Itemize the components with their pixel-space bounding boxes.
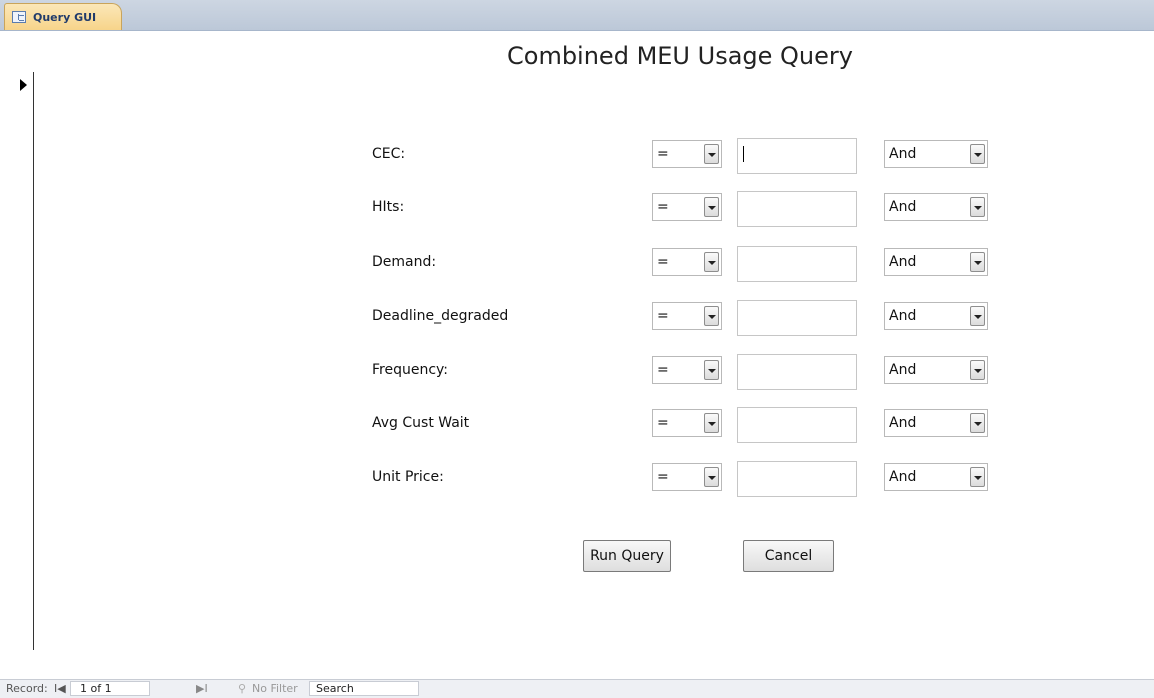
field-label: CEC: xyxy=(372,146,406,162)
field-label: Demand: xyxy=(372,254,437,270)
logic-value: And xyxy=(889,199,917,215)
criteria-row-deadline-degraded: Deadline_degraded = And xyxy=(0,300,1154,340)
dropdown-arrow-icon[interactable] xyxy=(704,197,719,217)
logic-combo[interactable]: And xyxy=(884,463,988,491)
dropdown-arrow-icon[interactable] xyxy=(970,467,985,487)
search-placeholder: Search xyxy=(316,682,354,695)
operator-combo[interactable]: = xyxy=(652,409,722,437)
funnel-icon: ⚲ xyxy=(238,682,247,695)
logic-value: And xyxy=(889,308,917,324)
operator-value: = xyxy=(657,146,669,162)
last-record-icon[interactable]: ▶I xyxy=(196,682,208,695)
operator-value: = xyxy=(657,199,669,215)
document-tab-strip: Query GUI xyxy=(0,0,1154,31)
logic-value: And xyxy=(889,146,917,162)
logic-combo[interactable]: And xyxy=(884,248,988,276)
criteria-value-input[interactable] xyxy=(737,138,857,174)
dropdown-arrow-icon[interactable] xyxy=(704,306,719,326)
operator-combo[interactable]: = xyxy=(652,302,722,330)
dropdown-arrow-icon[interactable] xyxy=(970,252,985,272)
logic-combo[interactable]: And xyxy=(884,302,988,330)
text-caret xyxy=(743,146,744,162)
cancel-button[interactable]: Cancel xyxy=(743,540,834,572)
operator-value: = xyxy=(657,415,669,431)
operator-value: = xyxy=(657,254,669,270)
operator-combo[interactable]: = xyxy=(652,356,722,384)
criteria-row-demand: Demand: = And xyxy=(0,246,1154,286)
criteria-value-input[interactable] xyxy=(737,407,857,443)
tab-query-gui[interactable]: Query GUI xyxy=(4,3,122,30)
dropdown-arrow-icon[interactable] xyxy=(704,360,719,380)
logic-value: And xyxy=(889,362,917,378)
record-label: Record: xyxy=(6,682,48,695)
record-position: 1 of 1 xyxy=(80,682,112,695)
field-label: Avg Cust Wait xyxy=(372,415,470,431)
tab-label: Query GUI xyxy=(33,10,97,24)
operator-value: = xyxy=(657,469,669,485)
record-navigation-bar: Record: I◀ 1 of 1 ▶I ⚲ No Filter Search xyxy=(0,679,1154,698)
operator-value: = xyxy=(657,362,669,378)
operator-combo[interactable]: = xyxy=(652,463,722,491)
criteria-row-cec: CEC: = And xyxy=(0,138,1154,178)
operator-combo[interactable]: = xyxy=(652,193,722,221)
dropdown-arrow-icon[interactable] xyxy=(970,413,985,433)
criteria-row-hits: HIts: = And xyxy=(0,191,1154,231)
criteria-value-input[interactable] xyxy=(737,354,857,390)
logic-combo[interactable]: And xyxy=(884,140,988,168)
criteria-value-input[interactable] xyxy=(737,191,857,227)
operator-combo[interactable]: = xyxy=(652,140,722,168)
operator-value: = xyxy=(657,308,669,324)
run-query-button[interactable]: Run Query xyxy=(583,540,671,572)
field-label: Frequency: xyxy=(372,362,449,378)
dropdown-arrow-icon[interactable] xyxy=(704,252,719,272)
dropdown-arrow-icon[interactable] xyxy=(970,144,985,164)
criteria-value-input[interactable] xyxy=(737,300,857,336)
dropdown-arrow-icon[interactable] xyxy=(970,197,985,217)
logic-value: And xyxy=(889,469,917,485)
no-filter-toggle[interactable]: No Filter xyxy=(252,682,298,695)
dropdown-arrow-icon[interactable] xyxy=(704,413,719,433)
criteria-value-input[interactable] xyxy=(737,461,857,497)
logic-combo[interactable]: And xyxy=(884,356,988,384)
logic-combo[interactable]: And xyxy=(884,193,988,221)
criteria-row-avg-cust-wait: Avg Cust Wait = And xyxy=(0,407,1154,447)
dropdown-arrow-icon[interactable] xyxy=(704,144,719,164)
current-record-arrow-icon xyxy=(20,79,27,91)
dropdown-arrow-icon[interactable] xyxy=(704,467,719,487)
logic-value: And xyxy=(889,254,917,270)
form-icon xyxy=(12,11,26,23)
field-label: HIts: xyxy=(372,199,405,215)
logic-value: And xyxy=(889,415,917,431)
criteria-row-frequency: Frequency: = And xyxy=(0,354,1154,394)
field-label: Unit Price: xyxy=(372,469,444,485)
logic-combo[interactable]: And xyxy=(884,409,988,437)
form-title: Combined MEU Usage Query xyxy=(507,42,853,70)
first-record-icon[interactable]: I◀ xyxy=(54,682,66,695)
dropdown-arrow-icon[interactable] xyxy=(970,360,985,380)
field-label: Deadline_degraded xyxy=(372,308,509,324)
criteria-row-unit-price: Unit Price: = And xyxy=(0,461,1154,501)
criteria-value-input[interactable] xyxy=(737,246,857,282)
dropdown-arrow-icon[interactable] xyxy=(970,306,985,326)
operator-combo[interactable]: = xyxy=(652,248,722,276)
